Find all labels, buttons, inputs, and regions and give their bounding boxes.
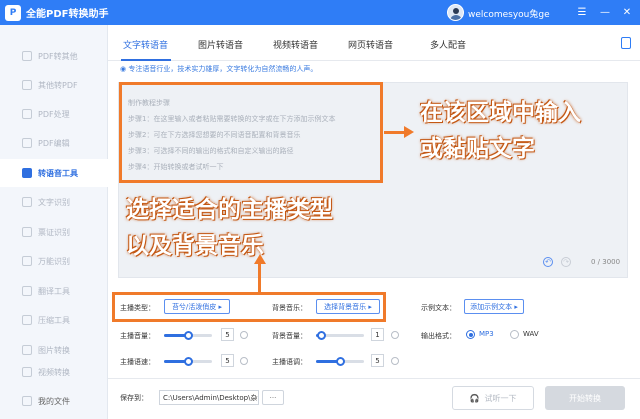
sidebar-item-ticket-ocr[interactable]: 票证识别 [0, 218, 108, 246]
annotation-arrowhead-right [404, 126, 414, 138]
anchor-volume-label: 主播音量： [120, 332, 155, 340]
anchor-pitch-label: 主播语调： [272, 358, 307, 366]
sidebar: PDF转其他 其他转PDF PDF处理 PDF编辑 转语音工具 文字识别 票证识… [0, 25, 108, 419]
process-icon [22, 109, 32, 119]
sidebar-item-other-to-pdf[interactable]: 其他转PDF [0, 71, 108, 99]
app-logo-icon: P [5, 4, 21, 21]
anchor-volume-slider[interactable] [164, 331, 212, 340]
tagline: ◉ 专注语音行业，技术实力雄厚，文字转化为自然流畅的人声。 [120, 65, 318, 73]
anchor-pitch-slider[interactable] [316, 357, 364, 366]
sidebar-item-my-files[interactable]: 我的文件 [0, 387, 108, 415]
start-convert-button[interactable]: 开始转换 [545, 386, 625, 410]
reset-icon[interactable] [391, 331, 399, 339]
slider-handle[interactable] [184, 331, 193, 340]
sidebar-item-compress[interactable]: 压缩工具 [0, 306, 108, 334]
sidebar-item-tts-tools[interactable]: 转语音工具 [0, 159, 108, 187]
mp3-label[interactable]: MP3 [479, 330, 494, 338]
sidebar-item-pdf-edit[interactable]: PDF编辑 [0, 129, 108, 157]
anchor-speed-slider[interactable] [164, 357, 212, 366]
image-icon [22, 345, 32, 355]
bgm-volume-value[interactable]: 1 [371, 328, 384, 341]
compress-icon [22, 315, 32, 325]
title-bar: P 全能PDF转换助手 welcomesyou兔ge ☰ — ✕ [0, 0, 640, 25]
redo-icon[interactable]: ↷ [561, 257, 571, 267]
annotation-input-hint: 在该区域中输入 或黏贴文字 [420, 100, 581, 162]
close-icon[interactable]: ✕ [620, 5, 634, 19]
mp3-radio[interactable] [466, 330, 475, 339]
speech-icon [22, 168, 32, 178]
sidebar-item-ocr[interactable]: 文字识别 [0, 188, 108, 216]
save-to-label: 保存到： [120, 394, 148, 402]
anchor-volume-value[interactable]: 5 [221, 328, 234, 341]
avatar[interactable] [447, 4, 464, 21]
tab-bar: 文字转语音 图片转语音 视频转语音 网页转语音 多人配音 [108, 25, 640, 61]
anchor-speed-value[interactable]: 5 [221, 354, 234, 367]
slider-handle[interactable] [184, 357, 193, 366]
tab-image-to-speech[interactable]: 图片转语音 [198, 38, 243, 51]
bgm-button[interactable]: 选择背景音乐 ▸ [316, 299, 380, 314]
app-title: 全能PDF转换助手 [26, 9, 109, 20]
slider-handle[interactable] [336, 357, 345, 366]
minimize-icon[interactable]: — [598, 5, 612, 19]
annotation-arrow-right [384, 131, 406, 134]
save-path-field[interactable]: C:\Users\Admin\Desktop\杂 [159, 390, 259, 405]
pdf-icon [22, 51, 32, 61]
output-format-label: 输出格式： [421, 332, 456, 340]
listen-button[interactable]: 🎧 试听一下 [452, 386, 534, 410]
username[interactable]: welcomesyou兔ge [468, 7, 550, 20]
scan-icon [22, 256, 32, 266]
annotation-arrow-up [258, 262, 261, 294]
video-icon [22, 367, 32, 377]
translate-icon [22, 286, 32, 296]
bgm-label: 背景音乐： [272, 304, 307, 312]
wav-radio[interactable] [510, 330, 519, 339]
folder-icon [22, 396, 32, 406]
annotation-select-hint: 选择适合的主播类型 以及背景音乐 [126, 197, 333, 259]
bgm-volume-label: 背景音量： [272, 332, 307, 340]
reset-icon[interactable] [240, 357, 248, 365]
anchor-type-button[interactable]: 苔兮/活泼俏皮 ▸ [164, 299, 230, 314]
bgm-volume-slider[interactable] [316, 331, 364, 340]
reset-icon[interactable] [240, 331, 248, 339]
sidebar-item-translate[interactable]: 翻译工具 [0, 277, 108, 305]
annotation-box-input [119, 82, 383, 183]
text-scan-icon [22, 197, 32, 207]
sidebar-item-pdf-to-other[interactable]: PDF转其他 [0, 42, 108, 70]
browse-button[interactable]: ··· [262, 390, 284, 405]
tab-video-to-speech[interactable]: 视频转语音 [273, 38, 318, 51]
sidebar-item-image-convert[interactable]: 图片转换 [0, 336, 108, 364]
char-counter: 0 / 3000 [591, 258, 621, 266]
edit-icon [22, 138, 32, 148]
sidebar-item-universal-ocr[interactable]: 万能识别 [0, 247, 108, 275]
add-sample-text-button[interactable]: 添加示例文本 ▸ [464, 299, 524, 314]
ticket-icon [22, 227, 32, 237]
tab-webpage-to-speech[interactable]: 网页转语音 [348, 38, 393, 51]
sidebar-item-pdf-process[interactable]: PDF处理 [0, 100, 108, 128]
wav-label[interactable]: WAV [523, 330, 539, 338]
active-tab-indicator [121, 59, 171, 61]
anchor-speed-label: 主播语速： [120, 358, 155, 366]
headphone-icon: 🎧 [469, 393, 480, 403]
sample-text-label: 示例文本： [421, 304, 456, 312]
anchor-pitch-value[interactable]: 5 [371, 354, 384, 367]
reset-icon[interactable] [391, 357, 399, 365]
anchor-type-label: 主播类型： [120, 304, 155, 312]
undo-icon[interactable]: ↶ [543, 257, 553, 267]
sidebar-item-video-convert[interactable]: 视频转换 [0, 365, 108, 379]
menu-icon[interactable]: ☰ [575, 5, 589, 19]
tab-text-to-speech[interactable]: 文字转语音 [123, 38, 168, 51]
panel-toggle-icon[interactable] [621, 37, 631, 49]
tab-multi-dubbing[interactable]: 多人配音 [430, 38, 466, 51]
file-icon [22, 80, 32, 90]
slider-handle[interactable] [316, 331, 326, 340]
